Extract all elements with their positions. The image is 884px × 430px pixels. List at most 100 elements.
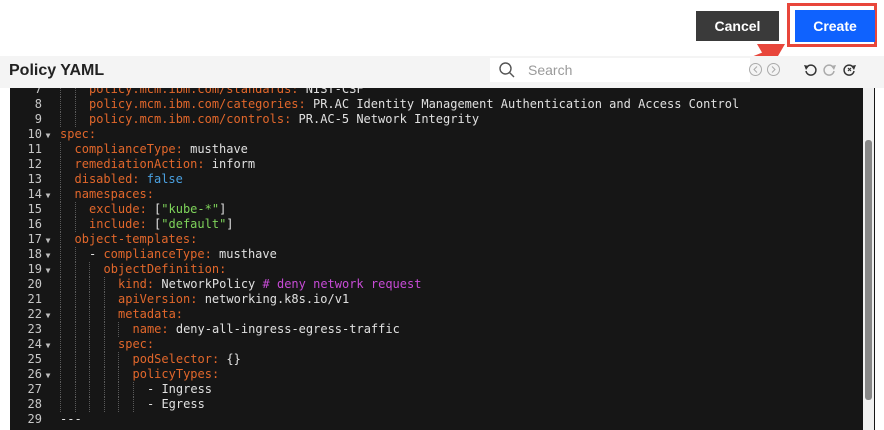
code-token: apiVersion:	[118, 292, 205, 306]
code-line: 29 ---	[10, 412, 82, 427]
line-number: 28	[27, 397, 42, 411]
code-token: policyTypes:	[132, 367, 220, 381]
code-token: podSelector:	[132, 352, 227, 366]
code-token: NetworkPolicy	[161, 277, 263, 291]
code-text: policy.mcm.ibm.com/standards: NIST-CSF	[89, 88, 364, 97]
code-token: policy.mcm.ibm.com/categories:	[89, 97, 313, 111]
indent-guide	[89, 337, 90, 352]
code-line: 27 - Ingress	[10, 382, 212, 398]
code-text: exclude: ["kube-*"]	[89, 202, 226, 217]
indent-guide	[103, 337, 105, 352]
code-text: object-templates:	[75, 232, 198, 247]
fold-toggle-icon[interactable]: ▼	[42, 308, 54, 323]
code-text: remediationAction: inform	[75, 157, 256, 172]
code-token: remediationAction:	[74, 157, 212, 171]
code-text: metadata:	[118, 307, 183, 322]
yaml-editor[interactable]: 7 policy.mcm.ibm.com/standards: NIST-CSF…	[10, 88, 875, 430]
indent-guide	[89, 262, 90, 277]
code-token: kind:	[118, 277, 162, 291]
indent-guide	[60, 202, 61, 217]
indent-guide	[60, 217, 61, 232]
fold-toggle-icon[interactable]: ▼	[42, 233, 54, 248]
reset-icon[interactable]	[842, 62, 857, 77]
code-token: namespaces:	[74, 187, 154, 201]
code-token: name:	[132, 322, 176, 336]
code-line: 18 ▼ - complianceType: musthave	[10, 247, 277, 263]
indent-guide	[118, 397, 119, 412]
code-token: complianceType:	[74, 142, 191, 156]
code-line: 19 ▼ objectDefinition:	[10, 262, 226, 278]
line-number: 26	[27, 367, 42, 381]
line-number: 14	[27, 187, 42, 201]
indent-guide	[60, 352, 61, 367]
indent-guide	[74, 247, 76, 262]
code-line: 7 policy.mcm.ibm.com/standards: NIST-CSF	[10, 88, 364, 97]
indent-guide	[60, 157, 61, 172]
indent-guide	[89, 277, 90, 292]
fold-toggle-icon[interactable]: ▼	[42, 128, 54, 143]
indent-guide	[60, 187, 61, 202]
indent-guide	[60, 322, 61, 337]
code-token: ]	[219, 202, 227, 216]
fold-toggle-icon[interactable]: ▼	[42, 263, 54, 278]
indent-guide	[103, 397, 105, 412]
next-match-icon[interactable]	[766, 62, 781, 77]
undo-icon[interactable]	[803, 62, 818, 77]
fold-toggle-icon[interactable]: ▼	[42, 188, 54, 203]
fold-toggle-icon[interactable]: ▼	[42, 338, 54, 353]
code-line: 11 complianceType: musthave	[10, 142, 248, 157]
indent-guide	[118, 352, 119, 367]
line-number: 17	[27, 232, 42, 246]
code-line: 16 include: ["default"]	[10, 217, 234, 232]
code-token: {}	[226, 352, 241, 366]
fold-toggle-icon[interactable]: ▼	[42, 368, 54, 383]
indent-guide	[60, 337, 61, 352]
create-button[interactable]: Create	[795, 10, 875, 42]
code-text: - complianceType: musthave	[89, 247, 277, 262]
indent-guide	[118, 322, 119, 337]
line-number: 16	[27, 217, 42, 231]
code-text: include: ["default"]	[89, 217, 234, 232]
code-line: 24 ▼ spec:	[10, 337, 154, 353]
line-number: 24	[27, 337, 42, 351]
code-token: PR.AC-5 Network Integrity	[298, 112, 480, 126]
line-number: 11	[27, 142, 42, 156]
code-token: spec:	[60, 127, 97, 141]
indent-guide	[60, 142, 61, 157]
search-input[interactable]	[528, 59, 728, 81]
code-text: policy.mcm.ibm.com/controls: PR.AC-5 Net…	[89, 112, 479, 127]
code-line: 26 ▼ policyTypes:	[10, 367, 219, 383]
line-number: 27	[27, 382, 42, 396]
redo-icon[interactable]	[822, 62, 837, 77]
line-number: 12	[27, 157, 42, 171]
indent-guide	[60, 382, 61, 397]
line-number: 29	[27, 412, 42, 426]
editor-scrollbar[interactable]	[865, 140, 872, 400]
fold-toggle-icon[interactable]: ▼	[42, 248, 54, 263]
code-line: 12 remediationAction: inform	[10, 157, 255, 173]
indent-guide	[60, 307, 61, 322]
code-lines: 7 policy.mcm.ibm.com/standards: NIST-CSF…	[10, 88, 739, 427]
code-token: # deny network request	[262, 277, 422, 291]
search-icon	[499, 62, 515, 78]
code-line: 10 ▼ spec:	[10, 127, 97, 143]
indent-guide	[103, 322, 105, 337]
code-token: - Egress	[147, 397, 205, 411]
indent-guide	[103, 382, 105, 397]
indent-guide	[74, 382, 76, 397]
code-token: musthave	[190, 142, 248, 156]
indent-guide	[89, 307, 90, 322]
previous-match-icon[interactable]	[748, 62, 763, 77]
indent-guide	[60, 172, 61, 187]
indent-guide	[60, 277, 61, 292]
indent-guide	[74, 217, 76, 232]
code-token: - Ingress	[147, 382, 213, 396]
line-number: 13	[27, 172, 42, 186]
code-token: policy.mcm.ibm.com/controls:	[89, 112, 299, 126]
indent-guide	[60, 232, 61, 247]
